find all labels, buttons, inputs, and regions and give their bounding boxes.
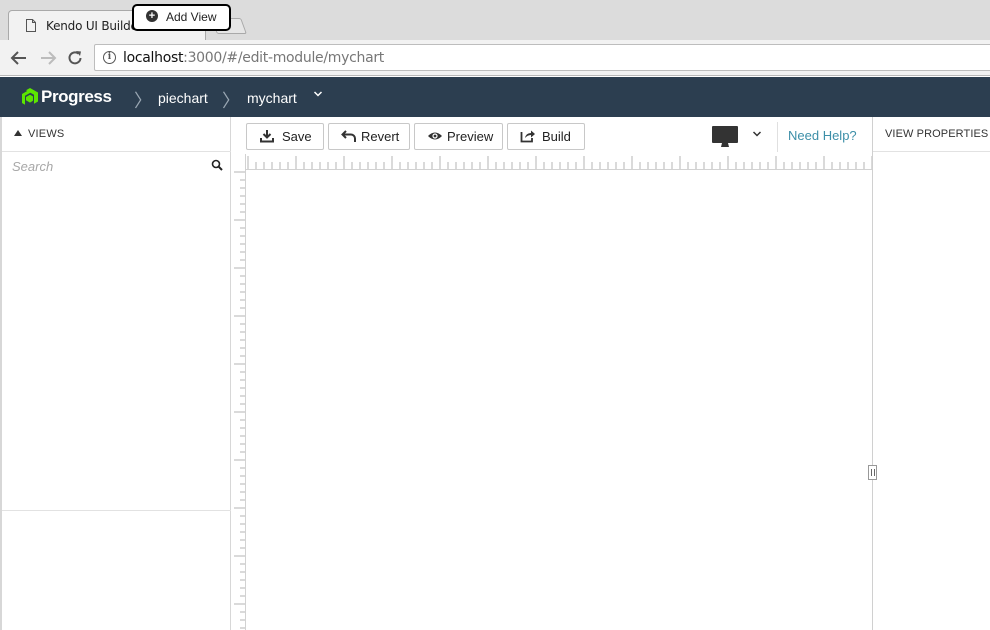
need-help-link[interactable]: Need Help? <box>788 128 857 143</box>
ruler-vertical <box>232 154 246 630</box>
build-button[interactable]: Build <box>507 123 585 150</box>
url-host: localhost <box>123 50 184 66</box>
breadcrumb-item-mychart[interactable]: mychart <box>247 90 297 106</box>
search-input[interactable]: Search <box>12 159 53 174</box>
reload-icon[interactable] <box>66 49 84 67</box>
save-button[interactable]: Save <box>246 123 324 150</box>
views-search[interactable]: Search <box>2 153 231 181</box>
design-canvas[interactable] <box>246 170 872 630</box>
save-icon <box>260 130 274 143</box>
add-view-label: Add View <box>166 10 217 24</box>
preview-button[interactable]: Preview <box>414 123 503 150</box>
view-properties-title: VIEW PROPERTIES <box>885 128 989 140</box>
views-panel-header[interactable]: VIEWS <box>2 117 231 152</box>
browser-tab-title: Kendo UI Builder <box>46 19 143 33</box>
preview-eye-icon <box>428 132 442 140</box>
chevron-down-icon[interactable] <box>752 129 762 139</box>
plus-circle-icon: + <box>146 10 158 22</box>
search-icon[interactable] <box>211 159 223 171</box>
revert-label: Revert <box>361 129 400 144</box>
back-icon[interactable] <box>10 49 28 67</box>
triangle-up-icon[interactable] <box>14 130 22 136</box>
ruler-horizontal <box>232 154 873 170</box>
url-path: :3000/#/edit-module/mychart <box>183 50 384 66</box>
app-header: Progress 〉 piechart 〉 mychart <box>0 77 990 117</box>
breadcrumb-separator: 〉 <box>134 91 152 111</box>
document-icon <box>26 19 36 32</box>
url-text: localhost:3000/#/edit-module/mychart <box>123 50 384 66</box>
breadcrumb-separator: 〉 <box>222 91 240 111</box>
panel-resize-handle[interactable] <box>868 465 877 480</box>
logo-text: Progress <box>41 87 112 106</box>
divider <box>2 510 231 511</box>
view-properties-header: VIEW PROPERTIES <box>873 117 990 152</box>
info-icon[interactable]: i <box>103 51 116 64</box>
editor-toolbar: Save Revert Preview Build Need Help? <box>232 117 873 154</box>
revert-icon <box>341 130 356 142</box>
views-panel: VIEWS Search <box>0 117 231 630</box>
add-view-button[interactable]: + Add View <box>132 4 231 31</box>
browser-toolbar: i localhost:3000/#/edit-module/mychart <box>0 40 990 76</box>
preview-label: Preview <box>447 129 494 144</box>
divider <box>777 122 778 152</box>
progress-logo-icon <box>22 88 38 105</box>
desktop-icon[interactable] <box>711 125 739 149</box>
build-icon <box>520 130 535 143</box>
view-properties-panel: VIEW PROPERTIES <box>872 117 990 630</box>
forward-icon[interactable] <box>39 49 57 67</box>
build-label: Build <box>542 129 571 144</box>
breadcrumb-item-piechart[interactable]: piechart <box>158 90 208 106</box>
views-title: VIEWS <box>28 128 65 140</box>
address-bar[interactable]: i localhost:3000/#/edit-module/mychart <box>94 44 990 71</box>
chevron-down-icon[interactable] <box>313 89 323 99</box>
revert-button[interactable]: Revert <box>328 123 410 150</box>
save-label: Save <box>282 129 312 144</box>
